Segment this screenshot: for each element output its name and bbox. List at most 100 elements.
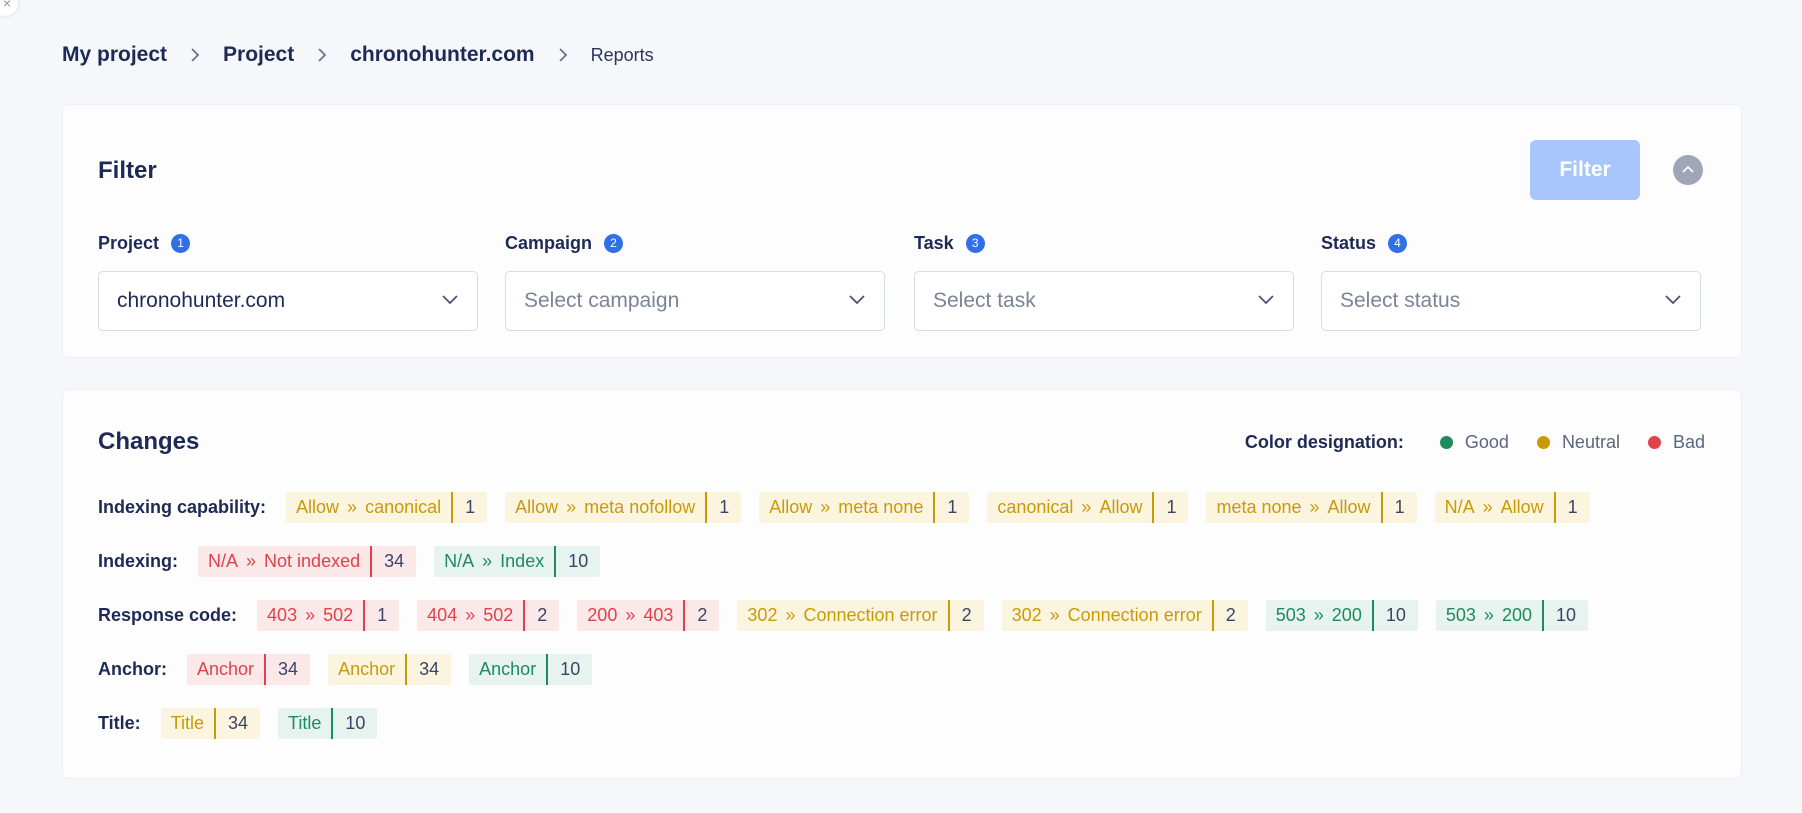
change-row-label: Title: (98, 713, 141, 733)
change-to: meta nofollow (584, 497, 696, 517)
change-count: 2 (683, 600, 719, 631)
change-from: N/A (444, 551, 475, 571)
change-row-label: Response code: (98, 605, 238, 625)
change-tag[interactable]: 200 » 403 2 (577, 600, 720, 631)
change-to: Connection error (1067, 605, 1202, 625)
change-count: 34 (405, 654, 451, 685)
task-select-value: Select task (933, 289, 1036, 312)
campaign-field: Campaign 2 Select campaign (505, 231, 885, 331)
change-count: 2 (523, 600, 559, 631)
change-tag[interactable]: Anchor 10 (469, 654, 593, 685)
double-chevron-right-icon: » (1483, 605, 1494, 625)
change-tag[interactable]: 403 » 502 1 (257, 600, 400, 631)
change-tag[interactable]: Anchor 34 (328, 654, 452, 685)
status-select-value: Select status (1340, 289, 1461, 312)
change-tag[interactable]: N/A » Not indexed 34 (198, 546, 417, 577)
change-tag-text: Title (278, 708, 331, 739)
change-row-label: Indexing capability: (98, 497, 267, 517)
change-count: 1 (451, 492, 487, 523)
change-tag[interactable]: canonical » Allow 1 (987, 492, 1189, 523)
status-select[interactable]: Select status (1321, 271, 1701, 331)
change-tag[interactable]: N/A » Index 10 (434, 546, 601, 577)
chevron-down-icon (1664, 292, 1682, 310)
task-label-row: Task 3 (914, 231, 1294, 255)
chevron-up-icon (1681, 161, 1695, 179)
change-tag[interactable]: 302 » Connection error 2 (1001, 600, 1248, 631)
legend-dot-neutral (1536, 435, 1550, 449)
changes-title: Changes (98, 428, 200, 455)
project-step-badge: 1 (171, 233, 191, 253)
legend-label: Bad (1672, 431, 1705, 452)
change-tag-text: 503 » 200 (1436, 600, 1542, 631)
double-chevron-right-icon: » (465, 605, 476, 625)
change-count: 1 (363, 600, 399, 631)
legend-title: Color designation: (1244, 431, 1404, 452)
change-tag[interactable]: 302 » Connection error 2 (737, 600, 984, 631)
change-tag[interactable]: Allow » meta none 1 (759, 492, 970, 523)
change-tag[interactable]: Allow » canonical 1 (286, 492, 488, 523)
collapse-button[interactable] (1673, 155, 1703, 185)
task-field: Task 3 Select task (914, 231, 1294, 331)
change-row: Response code: 403» 502 1 404» 502 2 200» 403 2 30… (98, 600, 1711, 631)
legend-label: Good (1464, 431, 1509, 452)
change-from: 503 (1275, 605, 1306, 625)
change-tag-text: Title (161, 708, 214, 739)
project-field: Project 1 chronohunter.com (98, 231, 478, 331)
change-from: Anchor (197, 659, 255, 679)
change-to: 200 (1501, 605, 1532, 625)
change-tag-text: 302 » Connection error (737, 600, 947, 631)
change-row-label: Indexing: (98, 551, 178, 571)
change-from: canonical (997, 497, 1074, 517)
campaign-select[interactable]: Select campaign (505, 271, 885, 331)
change-from: Anchor (338, 659, 396, 679)
breadcrumb-current: Reports (590, 44, 654, 65)
change-tag[interactable]: Title 34 (160, 708, 261, 739)
task-label: Task (914, 232, 954, 253)
double-chevron-right-icon: » (1482, 497, 1493, 517)
change-count: 34 (264, 654, 310, 685)
chevron-down-icon (1257, 292, 1275, 310)
double-chevron-right-icon: » (246, 551, 257, 571)
campaign-label-row: Campaign 2 (505, 231, 885, 255)
change-row: Indexing capability: Allow» canonical 1 Allo… (98, 492, 1711, 523)
change-to: 502 (483, 605, 514, 625)
close-icon[interactable]: × (0, 0, 18, 16)
breadcrumb-domain[interactable]: chronohunter.com (350, 43, 534, 67)
change-tag[interactable]: 404 » 502 2 (417, 600, 560, 631)
change-tag-text: Anchor (187, 654, 264, 685)
change-tag[interactable]: Allow » meta nofollow 1 (505, 492, 742, 523)
change-tag[interactable]: Anchor 34 (187, 654, 311, 685)
change-tag[interactable]: Title 10 (278, 708, 378, 739)
chevron-right-icon (189, 47, 201, 63)
task-select[interactable]: Select task (914, 271, 1294, 331)
change-from: Title (170, 713, 205, 733)
change-tag[interactable]: 503 » 200 10 (1265, 600, 1418, 631)
breadcrumb-project[interactable]: Project (223, 43, 294, 67)
change-from: 404 (427, 605, 458, 625)
change-count: 2 (1211, 600, 1248, 631)
task-step-badge: 3 (965, 233, 985, 253)
change-count: 10 (554, 546, 600, 577)
change-tag-text: N/A » Allow (1435, 492, 1554, 523)
change-tag-text: meta none » Allow (1206, 492, 1380, 523)
change-to: 403 (643, 605, 674, 625)
change-tag-text: Allow » canonical (286, 492, 451, 523)
change-tag[interactable]: N/A » Allow 1 (1434, 492, 1590, 523)
change-to: Allow (1099, 497, 1143, 517)
change-from: meta none (1216, 497, 1302, 517)
change-row: Anchor: Anchor 34 Anchor 34 Anchor 10 (98, 654, 1711, 685)
change-tag-text: 503 » 200 (1266, 600, 1372, 631)
double-chevron-right-icon: » (566, 497, 577, 517)
breadcrumb-my-project[interactable]: My project (62, 43, 167, 67)
change-from: 200 (587, 605, 618, 625)
project-select[interactable]: chronohunter.com (98, 271, 478, 331)
double-chevron-right-icon: » (785, 605, 796, 625)
change-tag[interactable]: 503 » 200 10 (1435, 600, 1589, 631)
change-count: 2 (947, 600, 984, 631)
change-tag[interactable]: meta none » Allow 1 (1206, 492, 1417, 523)
change-tag-text: 200 » 403 (577, 600, 683, 631)
filter-button[interactable]: Filter (1530, 140, 1640, 200)
status-step-badge: 4 (1388, 233, 1408, 253)
double-chevron-right-icon: » (1081, 497, 1092, 517)
chevron-down-icon (848, 292, 866, 310)
